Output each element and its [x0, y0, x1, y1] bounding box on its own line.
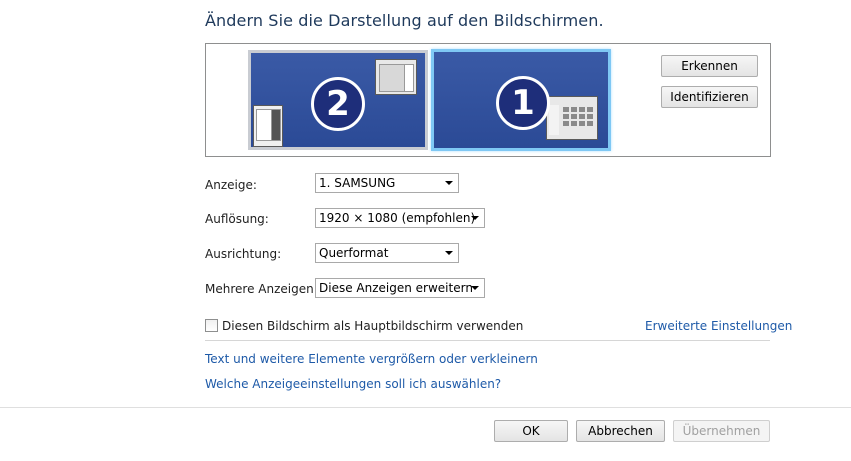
which-settings-link[interactable]: Welche Anzeigeeinstellungen soll ich aus…	[205, 377, 501, 391]
mini-desktop-icons-window	[546, 96, 598, 140]
resolution-select-value: 1920 × 1080 (empfohlen)	[319, 211, 476, 225]
resolution-label: Auflösung:	[205, 212, 269, 226]
mini-window-icon	[375, 59, 417, 95]
chevron-down-icon	[471, 286, 479, 290]
chevron-down-icon	[445, 181, 453, 185]
section-divider	[205, 340, 770, 341]
monitor-1-number: 1	[496, 76, 550, 130]
multiple-displays-label: Mehrere Anzeigen:	[205, 282, 318, 296]
mini-start-menu-icon	[253, 105, 283, 147]
detect-button[interactable]: Erkennen	[661, 55, 758, 77]
monitor-2-number: 2	[311, 77, 365, 131]
ok-button[interactable]: OK	[494, 420, 568, 442]
main-display-checkbox[interactable]	[205, 319, 218, 332]
footer-divider	[0, 407, 851, 408]
orientation-label: Ausrichtung:	[205, 247, 282, 261]
orientation-select-value: Querformat	[319, 246, 389, 260]
chevron-down-icon	[445, 251, 453, 255]
text-size-link[interactable]: Text und weitere Elemente vergrößern ode…	[205, 352, 538, 366]
advanced-settings-link[interactable]: Erweiterte Einstellungen	[645, 319, 792, 333]
monitor-1-thumbnail[interactable]: 1	[431, 49, 611, 151]
apply-button[interactable]: Übernehmen	[673, 420, 770, 442]
display-select-value: 1. SAMSUNG	[319, 176, 396, 190]
resolution-select[interactable]: 1920 × 1080 (empfohlen)	[315, 208, 485, 228]
monitor-2-thumbnail[interactable]: 2	[248, 50, 428, 150]
display-select[interactable]: 1. SAMSUNG	[315, 173, 459, 193]
cancel-button[interactable]: Abbrechen	[576, 420, 665, 442]
monitor-arrangement-panel: 2 1 Erkennen Identifizieren	[205, 43, 771, 157]
multiple-displays-select[interactable]: Diese Anzeigen erweitern	[315, 278, 485, 298]
main-display-checkbox-label[interactable]: Diesen Bildschirm als Hauptbildschirm ve…	[222, 319, 523, 333]
chevron-down-icon	[471, 216, 479, 220]
multiple-displays-select-value: Diese Anzeigen erweitern	[319, 281, 473, 295]
page-title: Ändern Sie die Darstellung auf den Bilds…	[205, 11, 604, 30]
display-label: Anzeige:	[205, 178, 257, 192]
orientation-select[interactable]: Querformat	[315, 243, 459, 263]
identify-button[interactable]: Identifizieren	[661, 86, 758, 108]
